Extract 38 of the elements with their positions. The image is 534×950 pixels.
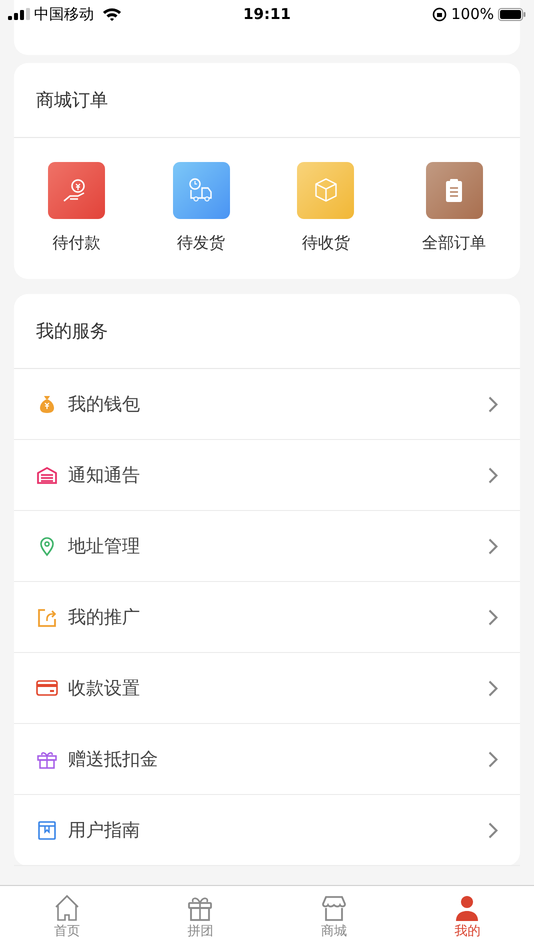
signal-icon [8,8,30,20]
credit-card-icon [36,677,58,699]
battery-percent: 100% [451,4,494,25]
tab-bar-item[interactable]: 我的 [400,886,534,950]
section-title: 商城订单 [14,63,520,138]
chevron-right-icon [488,538,498,554]
order-shortcut[interactable]: 待发货 [172,162,230,255]
order-shortcut[interactable]: 待付款 [48,162,105,255]
home-icon [52,894,81,922]
chevron-right-icon [488,396,498,412]
share-icon [36,606,58,628]
chevron-right-icon [488,680,498,696]
order-shortcut[interactable]: 待收货 [297,162,354,255]
truck-icon [172,162,230,219]
rotation-lock-icon [432,6,448,22]
clipboard-icon [426,162,483,219]
carrier-name: 中国移动 [34,4,94,25]
menu-item[interactable]: 我的钱包 [14,369,520,440]
chevron-right-icon [488,466,498,484]
storefront-icon [320,894,348,922]
chevron-right-icon [488,750,498,768]
hand-coin-icon [48,162,105,219]
chevron-right-icon [488,822,498,838]
menu-item[interactable]: 地址管理 [14,511,520,582]
section-title: 我的服务 [14,294,520,369]
menu-item[interactable]: 我的推广 [14,582,520,653]
menu-item[interactable]: 赠送抵扣金 [14,724,520,795]
order-shortcut[interactable]: 全部订单 [422,162,486,255]
chevron-right-icon [488,608,498,626]
wifi-icon [102,7,122,21]
notice-board-icon [36,464,58,486]
book-icon [36,819,58,841]
battery-icon [498,8,526,20]
menu-item[interactable]: 用户指南 [14,795,520,866]
status-time: 19:11 [243,4,291,25]
menu-item[interactable]: 收款设置 [14,653,520,724]
menu-item[interactable]: 通知通告 [14,440,520,511]
box-icon [297,162,354,219]
